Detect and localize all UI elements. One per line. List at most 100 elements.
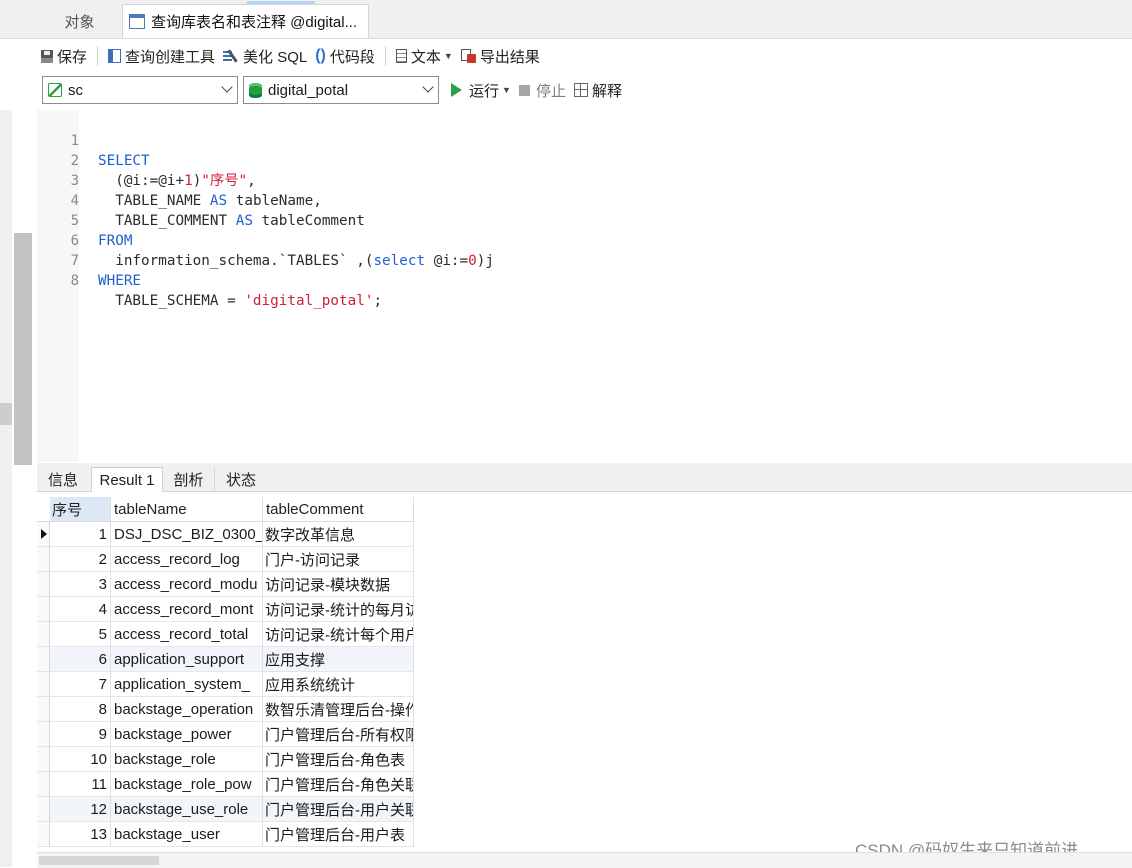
save-button[interactable]: 保存 <box>37 43 91 69</box>
cell-tablecomment[interactable]: 访问记录-模块数据 <box>263 572 414 597</box>
row-indicator[interactable] <box>37 797 50 822</box>
cell-seq[interactable]: 9 <box>50 722 111 747</box>
cell-tablecomment[interactable]: 数智乐清管理后台-操作 <box>263 697 414 722</box>
cell-tablecomment[interactable]: 访问记录-统计每个用户 <box>263 622 414 647</box>
tab-objects[interactable]: 对象 <box>37 4 122 38</box>
cell-seq[interactable]: 7 <box>50 672 111 697</box>
play-icon <box>451 83 462 97</box>
row-indicator[interactable] <box>37 522 50 547</box>
connection-select[interactable]: sc <box>42 76 238 104</box>
cell-seq[interactable]: 8 <box>50 697 111 722</box>
query-builder-button[interactable]: 查询创建工具 <box>104 43 219 69</box>
cell-tablename[interactable]: access_record_modu <box>111 572 263 597</box>
table-row[interactable]: 13 backstage_user 门户管理后台-用户表 <box>37 822 414 847</box>
dropdown-caret-icon[interactable]: ▼ <box>444 51 453 61</box>
horizontal-scrollbar[interactable] <box>37 852 1132 868</box>
row-indicator[interactable] <box>37 822 50 847</box>
column-header-tablecomment[interactable]: tableComment <box>263 497 414 522</box>
code-line: 5 FROM <box>37 191 133 249</box>
cell-tablecomment[interactable]: 访问记录-统计的每月访 <box>263 597 414 622</box>
cell-seq[interactable]: 6 <box>50 647 111 672</box>
text-mode-button[interactable]: 文本 ▼ <box>392 43 457 69</box>
cell-tablename[interactable]: backstage_use_role <box>111 797 263 822</box>
table-row[interactable]: 6 application_support 应用支撑 <box>37 647 414 672</box>
code-snippet-button[interactable]: () 代码段 <box>311 43 379 69</box>
cell-seq[interactable]: 3 <box>50 572 111 597</box>
run-button[interactable]: 运行 ▼ <box>447 77 515 103</box>
cell-tablecomment[interactable]: 应用系统统计 <box>263 672 414 697</box>
cell-tablename[interactable]: access_record_total <box>111 622 263 647</box>
horizontal-scrollbar-thumb[interactable] <box>39 856 159 865</box>
code-line: 2 (@i:=@i+1)"序号", <box>37 131 256 189</box>
cell-tablename[interactable]: access_record_log <box>111 547 263 572</box>
left-pane-scrollbar[interactable] <box>14 233 32 465</box>
tab-result-1[interactable]: Result 1 <box>91 467 163 492</box>
code-text: (@i:=@i+1)"序号", <box>98 173 256 189</box>
row-indicator[interactable] <box>37 622 50 647</box>
row-indicator[interactable] <box>37 597 50 622</box>
cell-seq[interactable]: 1 <box>50 522 111 547</box>
table-row[interactable]: 3 access_record_modu 访问记录-模块数据 <box>37 572 414 597</box>
row-indicator[interactable] <box>37 647 50 672</box>
tab-profile[interactable]: 剖析 <box>163 467 215 492</box>
table-row[interactable]: 10 backstage_role 门户管理后台-角色表 <box>37 747 414 772</box>
table-row[interactable]: 2 access_record_log 门户-访问记录 <box>37 547 414 572</box>
beautify-sql-button[interactable]: 美化 SQL <box>219 43 311 69</box>
cell-tablename[interactable]: application_system_ <box>111 672 263 697</box>
cell-tablecomment[interactable]: 门户管理后台-角色关联 <box>263 772 414 797</box>
cell-tablename[interactable]: access_record_mont <box>111 597 263 622</box>
sql-editor[interactable]: 1 SELECT 2 (@i:=@i+1)"序号", 3 TABLE_NAME … <box>37 110 1132 462</box>
cell-tablename[interactable]: backstage_user <box>111 822 263 847</box>
table-row[interactable]: 8 backstage_operation 数智乐清管理后台-操作 <box>37 697 414 722</box>
cell-tablename[interactable]: backstage_operation <box>111 697 263 722</box>
export-results-button[interactable]: 导出结果 <box>457 43 544 69</box>
column-header-label: 序号 <box>52 501 83 519</box>
table-row[interactable]: 4 access_record_mont 访问记录-统计的每月访 <box>37 597 414 622</box>
tab-profile-label: 剖析 <box>173 472 204 489</box>
column-header-seq[interactable]: 序号 <box>50 497 111 522</box>
tab-info[interactable]: 信息 <box>37 467 89 492</box>
table-row[interactable]: 11 backstage_role_pow 门户管理后台-角色关联 <box>37 772 414 797</box>
explain-button[interactable]: 解释 <box>570 77 626 103</box>
cell-tablename[interactable]: DSJ_DSC_BIZ_0300_T <box>111 522 263 547</box>
row-indicator[interactable] <box>37 697 50 722</box>
table-row[interactable]: 12 backstage_use_role 门户管理后台-用户关联 <box>37 797 414 822</box>
cell-seq[interactable]: 13 <box>50 822 111 847</box>
table-row[interactable]: 9 backstage_power 门户管理后台-所有权限 <box>37 722 414 747</box>
cell-tablecomment[interactable]: 数字改革信息 <box>263 522 414 547</box>
cell-tablecomment[interactable]: 门户管理后台-用户关联 <box>263 797 414 822</box>
cell-tablename[interactable]: application_support <box>111 647 263 672</box>
stop-button[interactable]: 停止 <box>515 77 570 103</box>
cell-tablecomment[interactable]: 门户管理后台-角色表 <box>263 747 414 772</box>
cell-seq[interactable]: 2 <box>50 547 111 572</box>
row-indicator[interactable] <box>37 572 50 597</box>
cell-tablecomment[interactable]: 门户-访问记录 <box>263 547 414 572</box>
code-text: WHERE <box>98 273 142 289</box>
row-indicator[interactable] <box>37 772 50 797</box>
row-indicator[interactable] <box>37 547 50 572</box>
explain-icon <box>573 83 588 97</box>
code-line: 8 TABLE_SCHEMA = 'digital_potal'; <box>37 251 383 309</box>
cell-seq[interactable]: 12 <box>50 797 111 822</box>
row-indicator[interactable] <box>37 747 50 772</box>
row-indicator[interactable] <box>37 672 50 697</box>
cell-seq[interactable]: 5 <box>50 622 111 647</box>
cell-tablecomment[interactable]: 门户管理后台-所有权限 <box>263 722 414 747</box>
cell-tablename[interactable]: backstage_role <box>111 747 263 772</box>
tab-query-editor[interactable]: 查询库表名和表注释 @digital... <box>122 1 369 38</box>
table-row[interactable]: 1 DSJ_DSC_BIZ_0300_T 数字改革信息 <box>37 522 414 547</box>
cell-tablecomment[interactable]: 门户管理后台-用户表 <box>263 822 414 847</box>
row-indicator[interactable] <box>37 722 50 747</box>
cell-seq[interactable]: 4 <box>50 597 111 622</box>
column-header-tablename[interactable]: tableName <box>111 497 263 522</box>
tab-status[interactable]: 状态 <box>215 467 267 492</box>
cell-tablename[interactable]: backstage_role_pow <box>111 772 263 797</box>
cell-tablename[interactable]: backstage_power <box>111 722 263 747</box>
database-select[interactable]: digital_potal <box>243 76 439 104</box>
cell-seq[interactable]: 10 <box>50 747 111 772</box>
cell-seq[interactable]: 11 <box>50 772 111 797</box>
cell-tablecomment[interactable]: 应用支撑 <box>263 647 414 672</box>
table-row[interactable]: 7 application_system_ 应用系统统计 <box>37 672 414 697</box>
table-row[interactable]: 5 access_record_total 访问记录-统计每个用户 <box>37 622 414 647</box>
dropdown-caret-icon[interactable]: ▼ <box>502 85 511 95</box>
